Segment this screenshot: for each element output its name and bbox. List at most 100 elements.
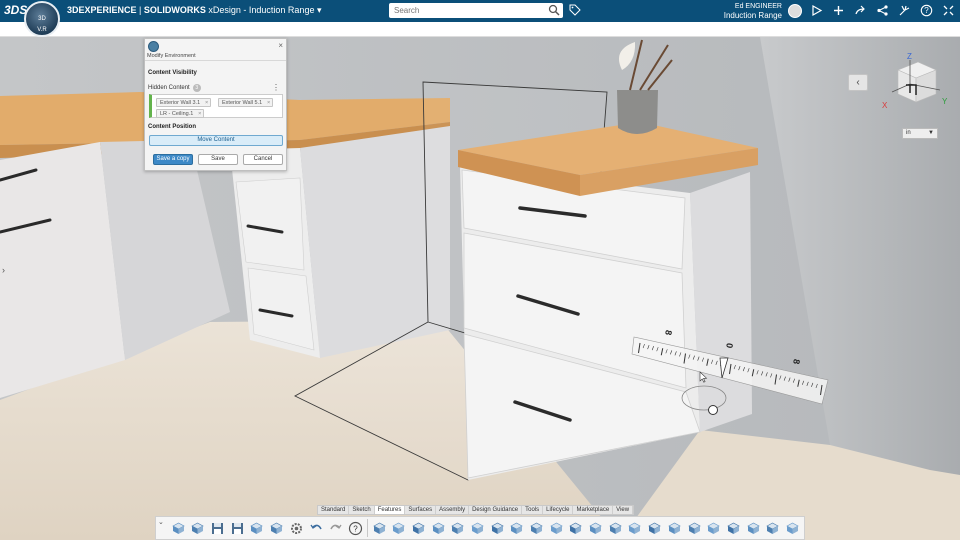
tab-view[interactable]: View	[613, 506, 634, 514]
tab-surfaces[interactable]: Surfaces	[405, 506, 437, 514]
search-icon[interactable]	[548, 4, 560, 16]
settings-icon[interactable]	[288, 520, 304, 537]
app-window: 3DS 3DEXPERIENCE | SOLIDWORKS xDesign - …	[0, 0, 960, 540]
chip-label: Exterior Wall 3.1	[160, 100, 201, 106]
chip-remove-icon[interactable]: ×	[205, 99, 208, 107]
revision-icon[interactable]	[249, 520, 265, 537]
main-cabinet-side	[690, 172, 752, 432]
more-options-icon[interactable]: ⋮	[272, 83, 280, 92]
title-separator: |	[136, 5, 144, 15]
draft-icon[interactable]	[528, 520, 544, 537]
hole-icon[interactable]	[607, 520, 623, 537]
redo-icon[interactable]	[328, 520, 344, 537]
unit-select[interactable]: in ▼	[902, 128, 938, 139]
command-tabs: Standard Sketch Features Surfaces Assemb…	[317, 505, 635, 515]
compass-widget[interactable]: 3D V.R	[24, 1, 60, 37]
secondary-strip	[0, 22, 960, 37]
new-assembly-icon[interactable]	[190, 520, 206, 537]
tab-standard[interactable]: Standard	[318, 506, 350, 514]
shell-icon[interactable]	[469, 520, 485, 537]
fillet-icon[interactable]	[489, 520, 505, 537]
pattern-icon[interactable]	[587, 520, 603, 537]
expand-icon[interactable]	[942, 4, 955, 17]
properties-icon[interactable]	[268, 520, 284, 537]
chip-label: LR - Ceiling.1	[160, 111, 194, 117]
tab-features[interactable]: Features	[374, 506, 406, 514]
play-icon[interactable]	[810, 4, 823, 17]
loft-icon[interactable]	[450, 520, 466, 537]
axis-y-label: Y	[942, 97, 948, 106]
emboss-icon[interactable]	[765, 520, 781, 537]
move-origin-handle[interactable]	[708, 405, 718, 415]
undo-icon[interactable]	[308, 520, 324, 537]
chip-remove-icon[interactable]: ×	[198, 110, 201, 118]
chip-exterior-wall-5[interactable]: Exterior Wall 5.1 ×	[218, 98, 274, 107]
top-bar: 3DS 3DEXPERIENCE | SOLIDWORKS xDesign - …	[0, 0, 960, 22]
mirror-icon[interactable]	[568, 520, 584, 537]
extrude-cut-icon[interactable]	[391, 520, 407, 537]
view-cube[interactable]: Z X Y	[880, 50, 950, 114]
extrude-icon[interactable]	[371, 520, 387, 537]
sweep-icon[interactable]	[430, 520, 446, 537]
chip-lr-ceiling[interactable]: LR - Ceiling.1 ×	[156, 109, 205, 118]
boolean-icon[interactable]	[646, 520, 662, 537]
environment-icon	[148, 41, 159, 52]
compass-label-vr: V.R	[37, 27, 47, 33]
share-arrow-icon[interactable]	[854, 4, 867, 17]
thicken-icon[interactable]	[784, 520, 800, 537]
chamfer-icon[interactable]	[509, 520, 525, 537]
help-icon[interactable]: ?	[920, 4, 933, 17]
tools-icon[interactable]	[898, 4, 911, 17]
cancel-button[interactable]: Cancel	[243, 154, 283, 165]
offset-icon[interactable]	[725, 520, 741, 537]
user-name: Ed ENGINEER	[734, 3, 782, 10]
svg-text:?: ?	[924, 6, 929, 15]
chip-exterior-wall-3[interactable]: Exterior Wall 3.1 ×	[156, 98, 212, 107]
collapse-toolbar-icon[interactable]: ⌄	[158, 518, 164, 526]
revolve-icon[interactable]	[410, 520, 426, 537]
tab-lifecycle[interactable]: Lifecycle	[543, 506, 574, 514]
user-info[interactable]: Ed ENGINEER Induction Range	[700, 2, 782, 20]
avatar[interactable]	[788, 4, 802, 18]
toolbar-separator	[366, 519, 368, 537]
save-as-icon[interactable]	[229, 520, 245, 537]
panel-header: × Modify Environment	[145, 39, 286, 61]
mid-drawer-top	[235, 177, 305, 271]
split-icon[interactable]	[666, 520, 682, 537]
vase	[617, 90, 658, 134]
tab-design-guidance[interactable]: Design Guidance	[469, 506, 523, 514]
tab-tools[interactable]: Tools	[522, 506, 544, 514]
section-content-visibility: Content Visibility	[148, 70, 197, 76]
tab-marketplace[interactable]: Marketplace	[573, 506, 614, 514]
expand-left-panel-icon[interactable]: ›	[2, 265, 5, 275]
new-part-icon[interactable]	[170, 520, 186, 537]
close-icon[interactable]: ×	[278, 41, 283, 50]
save-icon[interactable]	[209, 520, 225, 537]
help-icon[interactable]: ?	[347, 520, 363, 537]
tab-assembly[interactable]: Assembly	[436, 506, 470, 514]
network-icon[interactable]	[876, 4, 889, 17]
modify-environment-panel[interactable]: × Modify Environment Content Visibility …	[144, 38, 287, 171]
hidden-content-list[interactable]: Exterior Wall 3.1 × Exterior Wall 5.1 × LR…	[149, 94, 283, 118]
search-input[interactable]	[389, 3, 563, 18]
app-name: SOLIDWORKS	[143, 5, 206, 15]
plus-icon[interactable]	[832, 4, 845, 17]
save-button[interactable]: Save	[198, 154, 238, 165]
dassault-logo[interactable]: 3DS	[4, 3, 27, 19]
chevron-down-icon[interactable]: ▾	[317, 5, 322, 15]
action-bar: ⌄ ?	[155, 516, 805, 540]
delete-face-icon[interactable]	[706, 520, 722, 537]
move-content-button[interactable]: Move Content	[149, 135, 283, 146]
back-button[interactable]: ‹	[848, 74, 868, 91]
document-name[interactable]: xDesign - Induction Range	[208, 5, 314, 15]
save-a-copy-button[interactable]: Save a copy	[153, 154, 193, 165]
move-face-icon[interactable]	[686, 520, 702, 537]
chip-remove-icon[interactable]: ×	[267, 99, 270, 107]
tab-sketch[interactable]: Sketch	[349, 506, 375, 514]
thread-icon[interactable]	[627, 520, 643, 537]
platform-name: 3DEXPERIENCE	[67, 5, 137, 15]
wrap-icon[interactable]	[745, 520, 761, 537]
tag-icon[interactable]	[569, 4, 581, 16]
rib-icon[interactable]	[548, 520, 564, 537]
app-title: 3DEXPERIENCE | SOLIDWORKS xDesign - Indu…	[67, 5, 322, 16]
